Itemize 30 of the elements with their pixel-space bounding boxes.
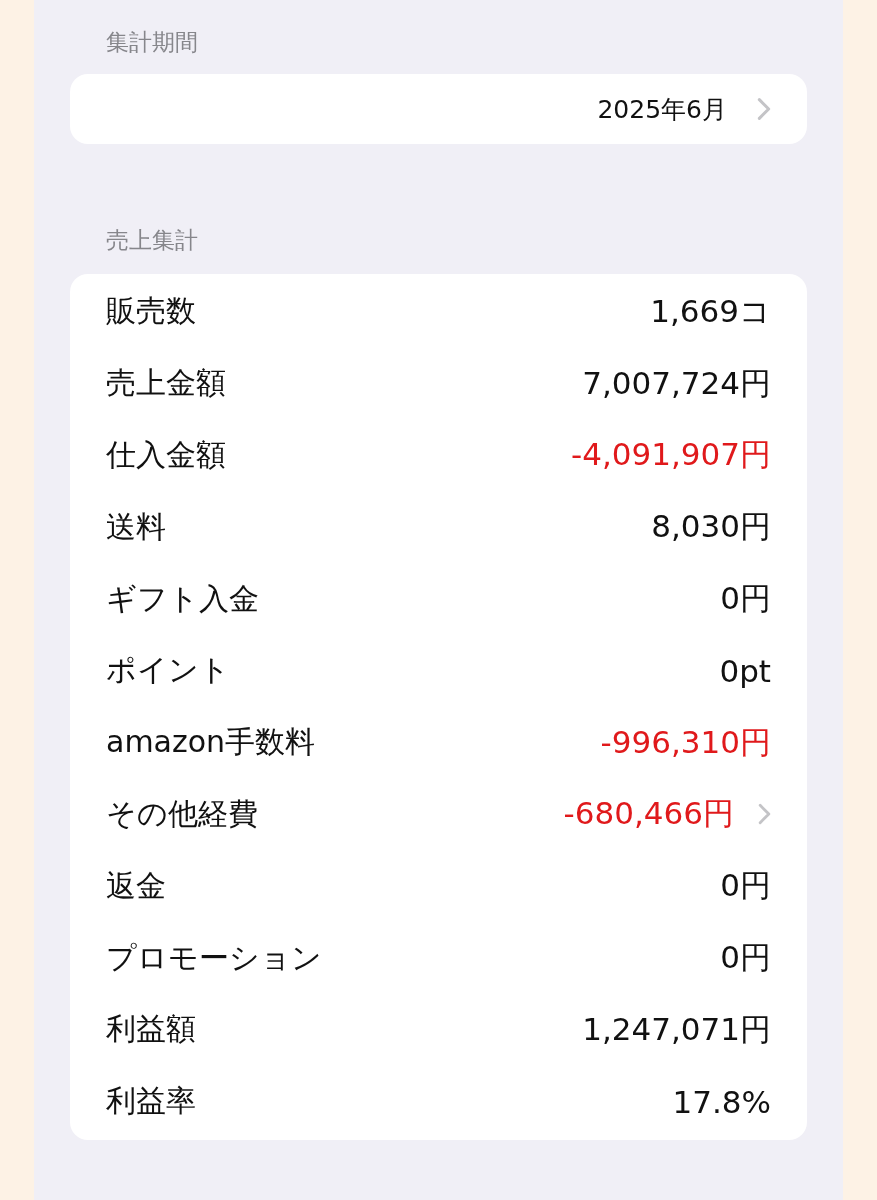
row-value: 1,247,071円 [582,1009,771,1049]
row-value: 1,669コ [650,291,771,331]
row-value: 0円 [720,866,771,906]
row-label: 販売数 [106,292,196,331]
period-value: 2025年6月 [597,93,727,126]
row-label: 利益率 [106,1082,196,1121]
row-label: 売上金額 [106,364,226,403]
row-label: 送料 [106,507,166,546]
row-label: 仕入金額 [106,436,226,474]
chevron-right-icon[interactable] [758,803,771,826]
row-value: -680,466円 [563,794,734,834]
row-label: ポイント [106,651,230,690]
row-value: 17.8% [672,1083,771,1120]
row-value: -4,091,907円 [571,435,771,475]
section-header: 売上集計 [105,226,199,255]
row-label: プロモーション [106,938,322,977]
chevron-right-icon [757,97,771,121]
row-label: ギフト入金 [106,579,259,618]
row-label: amazon手数料 [106,723,316,762]
row-value: 0pt [719,652,771,689]
row-label: 利益額 [106,1010,196,1049]
row-value: -996,310円 [600,722,771,762]
period-selector[interactable]: 2025年6月 [70,74,807,144]
row-value: 7,007,724円 [582,363,771,403]
row-value: 8,030円 [651,507,771,547]
row-label: 返金 [106,866,166,905]
section-header: 集計期間 [105,28,199,57]
row-label: その他経費 [106,794,258,833]
row-value: 0円 [720,938,771,978]
row-value: 0円 [720,579,771,619]
